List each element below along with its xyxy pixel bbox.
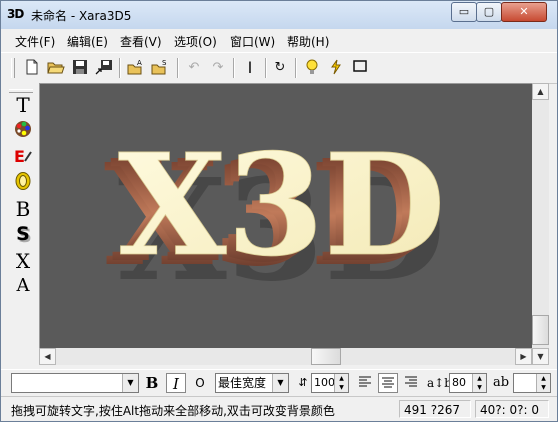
close-icon: ✕ (519, 5, 529, 18)
spin-arrows-icon[interactable]: ▲ ▼ (334, 374, 348, 392)
status-bar: 拖拽可旋转文字,按住Alt拖动来全部移动,双击可改变背景颜色 491 ?267 … (1, 396, 557, 421)
center-align-icon[interactable] (378, 373, 398, 393)
3d-text-render: X3D X3D X3D X3D (104, 124, 446, 313)
menu-edit[interactable]: 编辑(E) (67, 33, 108, 50)
scroll-right-icon[interactable]: ▶ (515, 348, 532, 365)
bold-button[interactable]: B (142, 373, 162, 393)
title-bar[interactable]: 3D 未命名 - Xara3D5 ▭ ▢ ✕ (1, 1, 557, 29)
line-spacing-icon: a↕b (427, 376, 452, 390)
main-toolbar: A S ↶ ↷ I ↻ (1, 52, 557, 84)
horizontal-scroll-thumb[interactable] (311, 348, 341, 365)
scroll-left-icon[interactable]: ◀ (39, 348, 56, 365)
toolbar-separator (177, 58, 179, 78)
svg-text:E: E (14, 147, 25, 165)
letter-spacing-value: 100 (314, 376, 335, 389)
minimize-icon: ▭ (458, 5, 470, 18)
redo-icon[interactable]: ↷ (209, 59, 227, 77)
minimize-button[interactable]: ▭ (451, 2, 477, 22)
spacing-option-value: 最佳宽度 (218, 376, 267, 390)
open-file-icon[interactable] (47, 59, 65, 77)
menu-options[interactable]: 选项(O) (174, 33, 217, 50)
word-spacing-icon: ab (492, 375, 510, 390)
menu-help[interactable]: 帮助(H) (287, 33, 329, 50)
light-icon[interactable] (303, 59, 321, 77)
font-tool-button[interactable]: A (11, 275, 35, 299)
menu-window[interactable]: 窗口(W) (230, 33, 275, 50)
toolbar-grip[interactable] (11, 58, 15, 78)
menu-view[interactable]: 查看(V) (120, 33, 162, 50)
scroll-down-icon[interactable]: ▼ (532, 348, 549, 365)
spin-arrows-icon[interactable]: ▲ ▼ (536, 374, 550, 392)
text-cursor-icon[interactable]: I (241, 59, 259, 77)
save-icon[interactable] (71, 59, 89, 77)
bevel-icon[interactable] (11, 171, 35, 195)
horizontal-scrollbar[interactable]: ◀ ▶ (39, 348, 532, 365)
svg-text:S: S (162, 59, 167, 67)
line-spacing-value: 80 (452, 376, 466, 389)
tools-panel: T E B S X A (1, 83, 39, 369)
app-icon[interactable]: 3D (7, 7, 27, 23)
letter-spacing-icon: ⇵ (298, 376, 308, 389)
toolbar-separator (233, 58, 235, 78)
spacing-option-select[interactable]: 最佳宽度 ▼ (215, 373, 289, 393)
italic-button[interactable]: I (166, 373, 186, 393)
status-message: 拖拽可旋转文字,按住Alt拖动来全部移动,双击可改变背景颜色 (11, 404, 335, 418)
maximize-icon: ▢ (483, 5, 495, 18)
spin-arrows-icon[interactable]: ▲ ▼ (472, 374, 486, 392)
font-name-select[interactable]: ▼ (11, 373, 139, 393)
letter-spacing-input[interactable]: 100 ▲ ▼ (311, 373, 349, 393)
texture-icon[interactable]: E (11, 145, 35, 169)
animation-icon[interactable] (327, 59, 345, 77)
window-title: 未命名 - Xara3D5 (31, 9, 132, 23)
render-canvas[interactable]: X3D X3D X3D X3D (39, 83, 533, 350)
status-frames: 40?: 0?: 0 (475, 400, 549, 418)
close-button[interactable]: ✕ (501, 2, 547, 22)
export-icon[interactable] (95, 59, 113, 77)
outline-font-button[interactable]: O (190, 373, 210, 393)
chevron-down-icon[interactable]: ▼ (122, 374, 138, 392)
shadow-tool-button[interactable]: S (11, 223, 35, 247)
color-palette-icon[interactable] (11, 119, 35, 143)
svg-text:A: A (137, 59, 142, 67)
left-align-icon[interactable] (355, 373, 375, 393)
open-style-icon[interactable]: S (151, 59, 169, 77)
scroll-up-icon[interactable]: ▲ (532, 83, 549, 100)
text-front-face: X3D (118, 124, 445, 288)
vertical-scrollbar[interactable]: ▲ ▼ (532, 83, 549, 365)
undo-icon[interactable]: ↶ (185, 59, 203, 77)
maximize-button[interactable]: ▢ (476, 2, 502, 22)
outline-tool-button[interactable]: B (11, 197, 35, 221)
line-spacing-input[interactable]: 80 ▲ ▼ (449, 373, 487, 393)
status-coords: 491 ?267 (399, 400, 471, 418)
open-animation-icon[interactable]: A (127, 59, 145, 77)
new-file-icon[interactable] (23, 59, 41, 77)
vertical-scroll-thumb[interactable] (532, 315, 549, 345)
chevron-down-icon[interactable]: ▼ (272, 374, 288, 392)
toolbar-separator (265, 58, 267, 78)
text-tool-button[interactable]: T (11, 93, 35, 117)
menu-file[interactable]: 文件(F) (15, 33, 55, 50)
toolbar-separator (119, 58, 121, 78)
app-window: 3D 未命名 - Xara3D5 ▭ ▢ ✕ 文件(F) 编辑(E) 查看(V)… (0, 0, 558, 422)
extrude-tool-button[interactable]: X (11, 249, 35, 273)
word-spacing-input[interactable]: ▲ ▼ (513, 373, 551, 393)
toolbar-separator (295, 58, 297, 78)
menu-bar: 文件(F) 编辑(E) 查看(V) 选项(O) 窗口(W) 帮助(H) (1, 30, 557, 50)
rotate-icon[interactable]: ↻ (271, 59, 289, 77)
right-align-icon[interactable] (401, 373, 421, 393)
frame-icon[interactable] (351, 59, 369, 77)
text-toolbar: ▼ B I O 最佳宽度 ▼ ⇵ 100 ▲ ▼ a↕b 80 ▲ ▼ ab ▲… (1, 369, 557, 396)
